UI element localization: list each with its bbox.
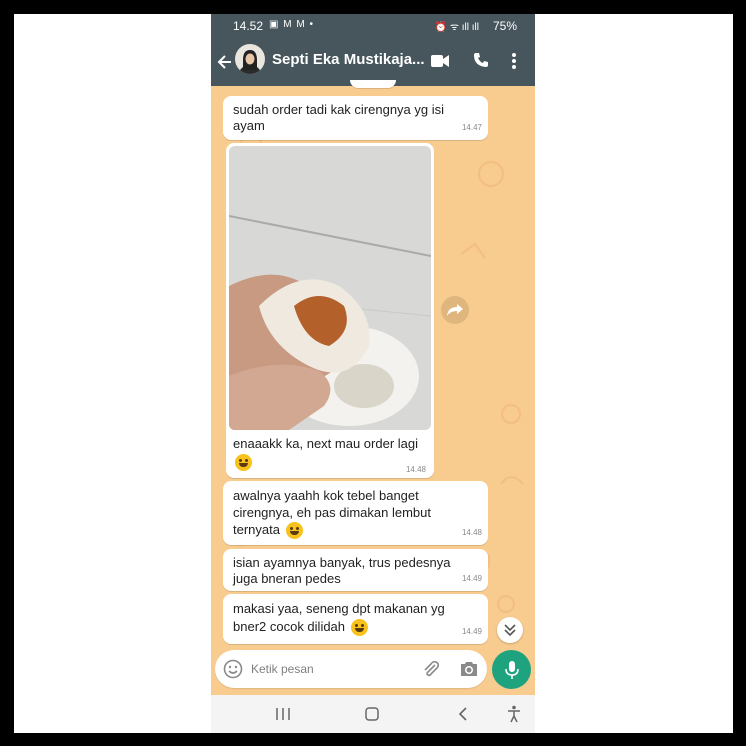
message-text: isian ayamnya banyak, trus pedesnya juga… xyxy=(233,555,451,586)
message-time: 14.48 xyxy=(405,465,426,474)
status-time: 14.52 xyxy=(233,19,264,33)
message-bubble[interactable]: isian ayamnya banyak, trus pedesnya juga… xyxy=(223,549,488,591)
chat-header: Septi Eka Mustikaja... xyxy=(211,38,535,86)
image-message-bubble[interactable]: enaaakk ka, next mau order lagi 14.48 xyxy=(226,143,434,478)
message-bubble[interactable]: sudah order tadi kak cirengnya yg isi ay… xyxy=(223,96,488,140)
mic-button[interactable] xyxy=(492,650,531,689)
connectivity-icons: ⏰ ᯤ ıll ıll xyxy=(434,22,479,33)
message-input[interactable]: Ketik pesan xyxy=(251,662,314,676)
scroll-down-button[interactable] xyxy=(497,617,523,643)
food-photo[interactable] xyxy=(229,146,431,430)
message-bubble[interactable]: awalnya yaahh kok tebel banget cirengnya… xyxy=(223,481,488,545)
accessibility-icon[interactable] xyxy=(506,705,522,723)
face-with-hand-over-mouth-emoji xyxy=(285,522,303,540)
smiling-face-emoji xyxy=(235,454,252,472)
camera-icon[interactable] xyxy=(459,660,479,678)
message-time: 14.47 xyxy=(461,123,482,132)
home-icon[interactable] xyxy=(364,706,380,722)
notification-icons: ▣ M M • xyxy=(269,19,314,30)
battery-level: 75% xyxy=(492,19,517,33)
attach-icon[interactable] xyxy=(421,659,441,679)
emoji-icon[interactable] xyxy=(223,659,243,679)
message-time: 14.48 xyxy=(461,528,482,537)
avatar[interactable] xyxy=(235,44,265,74)
video-call-icon[interactable] xyxy=(431,54,449,68)
previous-message-edge xyxy=(350,80,396,88)
message-time: 14.49 xyxy=(461,574,482,583)
back-arrow-icon[interactable] xyxy=(217,52,233,72)
message-input-bar[interactable]: Ketik pesan xyxy=(215,650,487,688)
grinning-face-emoji xyxy=(350,619,368,637)
message-text: sudah order tadi kak cirengnya yg isi ay… xyxy=(233,102,445,133)
more-vert-icon[interactable] xyxy=(511,52,517,70)
message-time: 14.49 xyxy=(461,627,482,636)
caption-text: enaaakk ka, next mau order lagi xyxy=(233,436,418,451)
phone-call-icon[interactable] xyxy=(473,52,489,68)
mic-icon xyxy=(504,660,519,679)
image-caption: enaaakk ka, next mau order lagi xyxy=(233,435,418,472)
status-bar: 14.52 ▣ M M • ⏰ ᯤ ıll ıll 75% xyxy=(211,14,535,38)
message-text: awalnya yaahh kok tebel banget cirengnya… xyxy=(233,487,478,540)
contact-name[interactable]: Septi Eka Mustikaja... xyxy=(272,51,425,68)
message-text-content: awalnya yaahh kok tebel banget cirengnya… xyxy=(233,488,432,537)
double-chevron-down-icon xyxy=(504,624,516,637)
forward-icon[interactable] xyxy=(441,296,469,324)
message-text: makasi yaa, seneng dpt makanan yg bner2 … xyxy=(233,600,478,637)
nav-back-icon[interactable] xyxy=(457,706,469,722)
message-text-content: makasi yaa, seneng dpt makanan yg bner2 … xyxy=(233,601,445,634)
system-nav-bar xyxy=(211,695,535,733)
message-bubble[interactable]: makasi yaa, seneng dpt makanan yg bner2 … xyxy=(223,594,488,644)
recents-icon[interactable] xyxy=(275,707,291,721)
